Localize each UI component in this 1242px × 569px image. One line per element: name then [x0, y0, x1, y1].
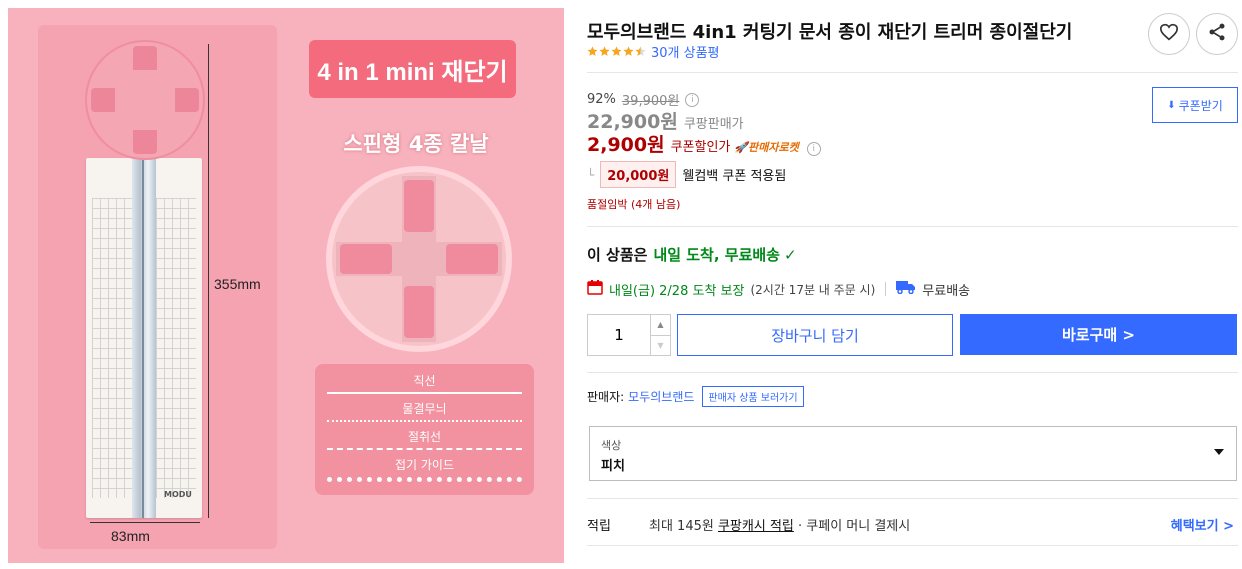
star-icon [623, 45, 634, 56]
points-text: 최대 145원 쿠팡캐시 적립 · 쿠페이 머니 결제시 [649, 515, 910, 534]
coupang-cash-link[interactable]: 쿠팡캐시 적립 [718, 519, 794, 534]
cashback-row: └ 20,000원 웰컴백 쿠폰 적용됨 [587, 161, 786, 188]
blade-type-straight: 직선 [413, 374, 436, 388]
coupon-button-label: 쿠폰받기 [1178, 98, 1223, 113]
height-dimension: 355mm [214, 276, 261, 292]
blade-type-fold-guide: 접기 가이드 [394, 458, 454, 472]
buy-now-button[interactable]: 바로구매 > [960, 314, 1237, 355]
quantity-increase-button[interactable]: ▲ [651, 315, 670, 335]
seller-name-link[interactable]: 모두의브랜드 [628, 388, 694, 405]
rail-line [142, 158, 144, 518]
blade-zoom-circle [326, 166, 512, 352]
share-icon [1207, 22, 1227, 46]
blade-type-wave: 물결무늬 [402, 402, 447, 416]
star-icon [599, 45, 610, 56]
info-icon[interactable]: i [685, 92, 700, 107]
blade-line-perforated [327, 448, 522, 450]
free-shipping: 무료배송 [922, 283, 971, 299]
cashback-amount: 20,000원 [600, 161, 677, 188]
image-headline: 4 in 1 mini 재단기 [309, 40, 516, 98]
share-button[interactable] [1196, 13, 1238, 55]
rating-stars [587, 45, 647, 57]
cutter-disc [85, 40, 205, 160]
arrival-note: (2시간 17분 내 주문 시) [750, 282, 876, 297]
points-title: 적립 [587, 519, 611, 534]
blade-bottom [404, 286, 434, 338]
blade-line-wave [327, 420, 522, 422]
heart-icon [1159, 23, 1179, 45]
star-icon [587, 45, 598, 56]
star-icon [635, 45, 646, 56]
width-dimension: 83mm [111, 528, 150, 544]
coupon-download-button[interactable]: ⬇ 쿠폰받기 [1152, 87, 1238, 123]
truck-icon [896, 280, 916, 298]
coupon-price-label: 쿠폰할인가 [670, 140, 731, 155]
width-dimension-line [90, 522, 200, 523]
quantity-arrows: ▲ ▼ [650, 315, 670, 355]
product-image[interactable]: MODU 355mm 83mm 4 in 1 mini 재단기 스핀형 4종 칼… [8, 8, 564, 563]
disc-hub [115, 70, 175, 130]
blade-line-straight [327, 392, 522, 394]
quantity-stepper[interactable]: ▲ ▼ [587, 314, 671, 356]
benefits-link[interactable]: 혜택보기 > [1171, 515, 1234, 534]
stock-notice: 품절임박 (4개 남음) [587, 198, 681, 211]
cutter-rail [132, 158, 156, 518]
arrival-date: 내일(금) 2/28 도착 보장 [609, 283, 745, 299]
check-icon: ✓ [783, 245, 797, 264]
coupon-price: 2,900원 [587, 134, 665, 156]
blade-right [446, 244, 498, 274]
seller-rocket-badge: 🚀판매자로켓 [734, 139, 798, 155]
wishlist-button[interactable] [1148, 13, 1190, 55]
caret-down-icon [1214, 449, 1224, 455]
calendar-icon [587, 279, 603, 299]
blade-type-perforated: 절취선 [407, 430, 442, 444]
blade-types-panel: 직선 물결무늬 절취선 접기 가이드 [315, 364, 534, 495]
blade-line-fold [327, 477, 522, 482]
rocket-icon: 🚀 [734, 141, 749, 154]
brand-mark: MODU [164, 490, 192, 499]
review-count-link[interactable]: 30개 상품평 [651, 42, 720, 61]
points-row: 적립 최대 145원 쿠팡캐시 적립 · 쿠페이 머니 결제시 혜택보기 > [587, 515, 1238, 534]
color-option-select[interactable]: 색상 피치 [589, 426, 1237, 481]
seller-products-link[interactable]: 판매자 상품 보러가기 [702, 386, 804, 407]
discount-rate: 92% [587, 92, 616, 107]
seller-rocket-label: 판매자로켓 [748, 141, 799, 154]
blade-left [340, 244, 392, 274]
download-icon: ⬇ [1167, 99, 1176, 111]
divider [587, 72, 1238, 73]
quantity-input[interactable] [588, 315, 650, 355]
delivery-headline-prefix: 이 상품은 [587, 246, 648, 264]
delivery-headline: 이 상품은 내일 도착, 무료배송 ✓ [587, 244, 797, 265]
cutter-body: MODU [86, 158, 202, 518]
star-icon [611, 45, 622, 56]
seller-label: 판매자: [587, 390, 625, 404]
corner-arrow-icon: └ [587, 167, 595, 182]
points-max-amount: 최대 145원 [649, 519, 714, 534]
height-dimension-line [208, 44, 209, 518]
rating-row[interactable]: 30개 상품평 [587, 42, 720, 61]
option-label: 색상 [601, 439, 622, 452]
divider [587, 226, 1238, 227]
coupon-info-icon[interactable]: i [806, 142, 821, 156]
separator [885, 282, 887, 296]
divider [587, 372, 1238, 373]
divider [587, 545, 1238, 546]
blade-top [404, 180, 434, 232]
seller-row: 판매자: 모두의브랜드 판매자 상품 보러가기 [587, 386, 804, 407]
option-value: 피치 [601, 459, 625, 474]
quantity-decrease-button[interactable]: ▼ [651, 334, 670, 356]
product-title: 모두의브랜드 4in1 커팅기 문서 종이 재단기 트리머 종이절단기 [587, 22, 1073, 43]
arrival-row: 내일(금) 2/28 도착 보장 (2시간 17분 내 주문 시) 무료배송 [587, 279, 970, 299]
points-condition: · 쿠페이 머니 결제시 [798, 519, 911, 534]
divider [587, 498, 1238, 499]
add-to-cart-button[interactable]: 장바구니 담기 [677, 314, 953, 356]
image-subheadline: 스핀형 4종 칼날 [343, 132, 489, 156]
delivery-headline-highlight: 내일 도착, 무료배송 [653, 246, 780, 264]
cashback-text: 웰컴백 쿠폰 적용됨 [682, 169, 787, 184]
coupon-price-row: 2,900원 쿠폰할인가 🚀판매자로켓 i [587, 130, 821, 157]
